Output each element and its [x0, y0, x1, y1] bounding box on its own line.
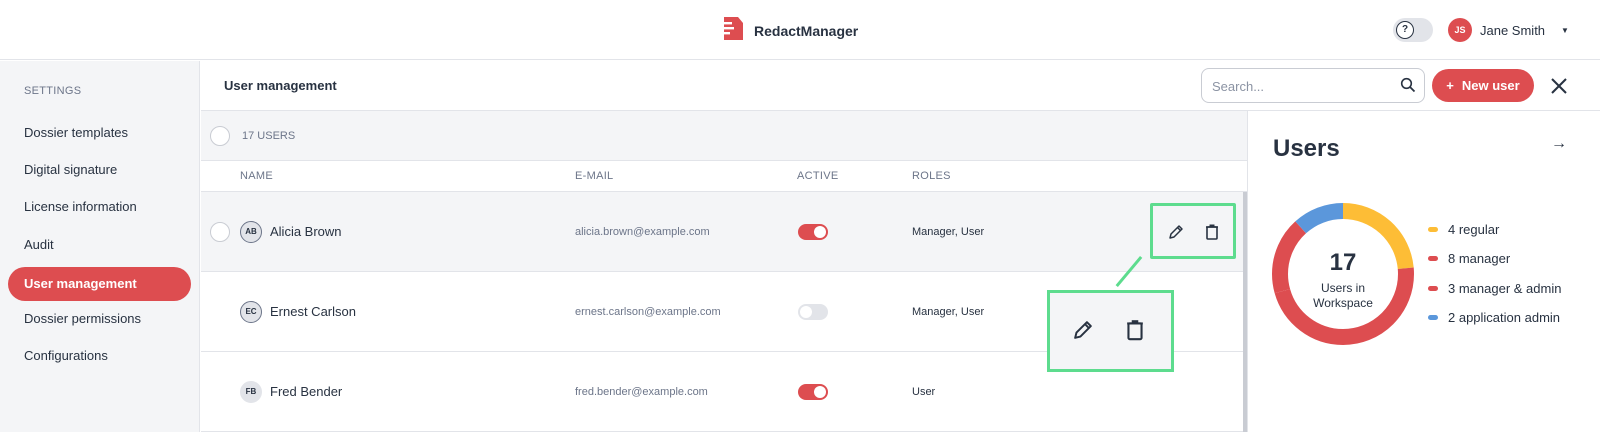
edit-icon — [1066, 313, 1100, 352]
user-name: Fred Bender — [270, 384, 343, 399]
table-toolbar: 17 USERS — [201, 111, 1247, 161]
avatar: EC — [240, 301, 262, 323]
legend-label: 2 application admin — [1448, 310, 1561, 325]
legend-dot — [1428, 286, 1438, 291]
help-icon: ? — [1396, 21, 1414, 39]
user-email: alicia.brown@example.com — [575, 226, 710, 238]
legend-label: 8 manager — [1448, 251, 1511, 266]
select-all-checkbox[interactable] — [210, 126, 230, 146]
toggle-knob — [814, 386, 826, 398]
users-total: 17 — [1329, 249, 1357, 276]
sidebar-item-configurations[interactable]: Configurations — [8, 339, 191, 373]
column-header-name[interactable]: NAME — [240, 170, 273, 182]
close-icon[interactable] — [1548, 75, 1570, 97]
sidebar-item-audit[interactable]: Audit — [8, 228, 191, 262]
column-header-active[interactable]: ACTIVE — [797, 170, 839, 182]
new-user-button[interactable]: + New user — [1432, 69, 1534, 102]
trash-icon — [1118, 313, 1152, 352]
user-roles: Manager, User — [912, 226, 985, 238]
sidebar-item-dossier-templates[interactable]: Dossier templates — [8, 116, 191, 150]
plus-icon: + — [1446, 78, 1454, 93]
active-toggle[interactable] — [798, 384, 828, 400]
help-mode-toggle[interactable]: ? — [1393, 18, 1433, 42]
search-box — [1201, 68, 1425, 103]
arrow-right-icon[interactable]: → — [1551, 135, 1567, 153]
panel-title: Users — [1273, 135, 1340, 162]
edit-user-button[interactable] — [1163, 219, 1189, 245]
user-name: Ernest Carlson — [270, 304, 356, 319]
page-title: User management — [224, 78, 337, 93]
active-toggle[interactable] — [798, 224, 828, 240]
users-count: 17 USERS — [242, 130, 296, 142]
user-roles: User — [912, 386, 936, 398]
chevron-down-icon: ▼ — [1561, 25, 1569, 35]
donut-caption-line2: Workspace — [1313, 296, 1373, 310]
delete-user-button[interactable] — [1199, 219, 1225, 245]
sidebar-heading: SETTINGS — [24, 85, 82, 97]
row-actions-highlight — [1150, 203, 1236, 259]
avatar: FB — [240, 381, 262, 403]
redactmanager-logo-icon — [718, 14, 746, 47]
settings-sidebar: SETTINGS Dossier templates Digital signa… — [0, 61, 200, 432]
table-row[interactable]: AB Alicia Brown alicia.brown@example.com… — [201, 192, 1243, 272]
legend-item-manager: 8 manager — [1428, 251, 1510, 266]
legend-label: 4 regular — [1448, 222, 1500, 237]
avatar: AB — [240, 221, 262, 243]
toggle-knob — [800, 306, 812, 318]
app-name: RedactManager — [754, 22, 859, 39]
user-name: Jane Smith — [1480, 22, 1546, 38]
legend-item-application-admin: 2 application admin — [1428, 310, 1560, 325]
avatar: JS — [1448, 18, 1472, 42]
row-checkbox[interactable] — [210, 222, 230, 242]
user-name: Alicia Brown — [270, 224, 342, 239]
user-menu[interactable]: JS Jane Smith ▼ — [1448, 18, 1569, 42]
sidebar-item-dossier-permissions[interactable]: Dossier permissions — [8, 302, 191, 336]
new-user-label: New user — [1461, 78, 1520, 93]
donut-caption: Users in Workspace — [1292, 281, 1394, 311]
user-roles: Manager, User — [912, 306, 985, 318]
row-actions-zoom — [1047, 290, 1174, 372]
search-input[interactable] — [1212, 77, 1392, 95]
table-header: NAME E-MAIL ACTIVE ROLES — [201, 161, 1247, 192]
top-bar: RedactManager ? JS Jane Smith ▼ — [0, 0, 1600, 60]
column-header-email[interactable]: E-MAIL — [575, 170, 613, 182]
sidebar-item-license-information[interactable]: License information — [8, 190, 191, 224]
legend-item-manager-admin: 3 manager & admin — [1428, 281, 1561, 296]
active-toggle[interactable] — [798, 304, 828, 320]
search-icon[interactable] — [1400, 77, 1416, 98]
donut-caption-line1: Users in — [1320, 281, 1365, 295]
legend-item-regular: 4 regular — [1428, 222, 1499, 237]
user-email: ernest.carlson@example.com — [575, 306, 721, 318]
legend-dot — [1428, 315, 1438, 320]
legend-label: 3 manager & admin — [1448, 281, 1562, 296]
legend-dot — [1428, 227, 1438, 232]
legend-dot — [1428, 256, 1438, 261]
users-stats-panel: Users → 17 Users in Workspace 4 regular … — [1247, 111, 1600, 432]
sidebar-item-user-management[interactable]: User management — [8, 267, 191, 301]
user-email: fred.bender@example.com — [575, 386, 708, 398]
sidebar-item-digital-signature[interactable]: Digital signature — [8, 153, 191, 187]
brand[interactable]: RedactManager — [718, 14, 858, 47]
column-header-roles[interactable]: ROLES — [912, 170, 951, 182]
toggle-knob — [814, 226, 826, 238]
